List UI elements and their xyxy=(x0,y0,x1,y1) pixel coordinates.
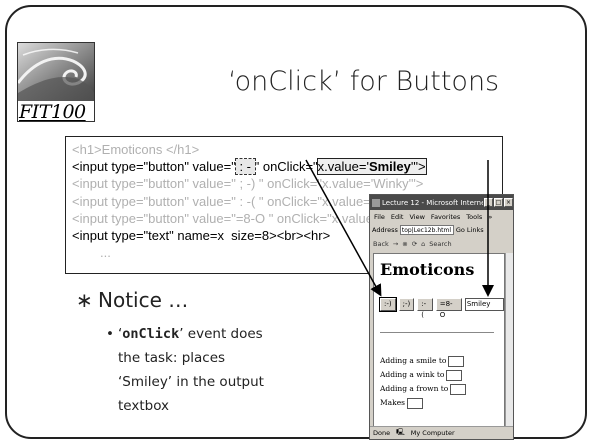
wink-button[interactable]: ;-) xyxy=(398,298,415,311)
logo-text: FIT100 xyxy=(19,101,94,121)
menu-tools[interactable]: Tools xyxy=(466,213,482,221)
code-text: <input type="button" value=" xyxy=(72,159,236,175)
yikes-button[interactable]: =8-O xyxy=(435,298,462,319)
form-input[interactable] xyxy=(450,383,467,395)
form-row: Adding a frown to xyxy=(380,382,467,396)
value-highlight: : - xyxy=(234,158,256,176)
window-title: Lecture 12 - Microsoft Internet Ex... xyxy=(382,198,483,207)
code-text: '"> xyxy=(410,159,426,175)
refresh-icon[interactable]: ⟳ xyxy=(412,240,417,248)
home-icon[interactable]: ⌂ xyxy=(421,240,425,248)
minimize-button[interactable]: _ xyxy=(484,198,493,207)
form-row: Adding a wink to xyxy=(380,368,466,382)
form-input[interactable] xyxy=(406,397,423,409)
smile-button[interactable]: :-) xyxy=(379,297,397,312)
menu-favorites[interactable]: Favorites xyxy=(431,213,460,221)
bullet-star-icon: ∗ xyxy=(76,288,93,312)
status-zone: My Computer xyxy=(410,429,455,437)
form-input[interactable] xyxy=(446,369,463,381)
divider xyxy=(380,332,494,333)
browser-content: Emoticons :-) ;-) :-( =8-O Smiley Adding… xyxy=(373,253,505,427)
form-label: Adding a frown to xyxy=(380,384,449,393)
form-input[interactable] xyxy=(448,355,465,367)
ie-icon xyxy=(372,198,380,207)
status-bar: Done 🖳 My Computer xyxy=(370,426,513,439)
fit100-logo: FIT100 xyxy=(17,42,95,122)
browser-toolbar: Back → ⊗ ⟳ ⌂ Search xyxy=(370,237,513,251)
wave-logo-art xyxy=(18,43,94,101)
frown-button[interactable]: :-( xyxy=(417,298,433,319)
output-textbox[interactable]: Smiley xyxy=(464,298,504,311)
form-label: Makes xyxy=(380,398,405,407)
menu-more[interactable]: » xyxy=(488,213,492,221)
browser-window: Lecture 12 - Microsoft Internet Ex... _ … xyxy=(369,194,514,440)
form-label: Adding a smile to xyxy=(380,356,447,365)
computer-icon: 🖳 xyxy=(396,427,405,436)
menu-file[interactable]: File xyxy=(374,213,385,221)
menu-view[interactable]: View xyxy=(409,213,424,221)
page-heading: Emoticons xyxy=(380,260,475,279)
address-label: Address xyxy=(372,226,398,234)
code-text: " onClick=" xyxy=(254,159,318,175)
stop-icon[interactable]: ⊗ xyxy=(402,240,407,248)
links-button[interactable]: Links xyxy=(467,226,484,234)
go-button[interactable]: Go xyxy=(456,226,465,234)
back-button[interactable]: Back xyxy=(373,240,389,248)
bullet-notice: ∗ Notice … xyxy=(76,288,188,312)
close-button[interactable]: × xyxy=(504,198,513,207)
bullet-text: Notice … xyxy=(98,288,189,312)
code-line-winky: <input type="button" value=" ; -) " onCl… xyxy=(72,176,424,192)
browser-titlebar: Lecture 12 - Microsoft Internet Ex... _ … xyxy=(370,195,513,210)
status-done: Done xyxy=(373,429,391,437)
form-row: Makes xyxy=(380,396,466,410)
address-input[interactable]: top|Lec12b.html xyxy=(399,225,454,235)
code-line-h1: <h1>Emoticons </h1> xyxy=(72,142,200,157)
address-bar: Address top|Lec12b.html Go Links xyxy=(370,223,513,237)
code-line-smiley: <input type="button" value=" : - " onCli… xyxy=(72,158,502,176)
maximize-button[interactable]: □ xyxy=(494,198,503,207)
smiley-text: Smiley xyxy=(368,159,411,175)
menu-edit[interactable]: Edit xyxy=(391,213,404,221)
vertical-scrollbar[interactable] xyxy=(505,253,513,427)
sub-bullet: • ‘onClick’ event does the task: places ‘… xyxy=(106,322,278,418)
forward-button[interactable]: → xyxy=(393,240,398,248)
form-label: Adding a wink to xyxy=(380,370,445,379)
onclick-highlight: x.value='Smiley'"> xyxy=(316,158,427,176)
form-fields: Adding a smile to Adding a wink to Addin… xyxy=(380,354,467,410)
slide-title: ‘onClick’ for Buttons xyxy=(228,66,500,97)
search-button[interactable]: Search xyxy=(429,240,451,248)
code-text: x.value=' xyxy=(317,159,369,175)
bullet-dot-icon: • xyxy=(106,326,114,342)
browser-menubar: File Edit View Favorites Tools » xyxy=(370,210,513,223)
form-row: Adding a smile to xyxy=(380,354,466,368)
onclick-keyword: onClick xyxy=(122,326,180,342)
emoticon-buttons: :-) ;-) :-( =8-O Smiley xyxy=(379,297,504,319)
